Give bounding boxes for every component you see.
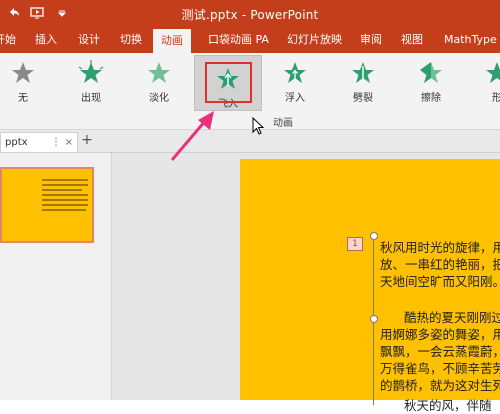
star-gray-icon xyxy=(12,62,34,83)
tab-pocket-animation[interactable]: 口袋动画 PA xyxy=(206,27,271,53)
tab-transitions[interactable]: 切换 xyxy=(118,27,144,53)
tab-insert[interactable]: 插入 xyxy=(33,27,59,53)
mouse-cursor-icon xyxy=(252,117,264,135)
star-burst-green-icon xyxy=(78,60,104,83)
slide-canvas[interactable]: 1 秋风用时光的旋律，用 放、一串红的艳丽，把 天地间空旷而又阳刚。 酷热的夏天… xyxy=(240,159,500,413)
effect-fly-in[interactable]: 飞入 xyxy=(194,55,262,111)
paragraph-line: 的鹊桥，就为这对生死 xyxy=(380,378,500,393)
ribbon-tabs: 开始 插入 设计 切换 动画 口袋动画 PA 幻灯片放映 审阅 视图 MathT… xyxy=(0,27,500,53)
effect-fade[interactable]: 淡化 xyxy=(136,57,182,109)
paragraph-line: 秋风用时光的旋律，用 xyxy=(380,240,500,255)
tab-view[interactable]: 视图 xyxy=(399,27,425,53)
star-fade-green-icon xyxy=(148,62,170,83)
annotation-arrow xyxy=(170,111,214,161)
document-tab-label: pptx xyxy=(5,137,28,148)
title-bar: 测试.pptx - PowerPoint xyxy=(0,0,500,27)
effect-label: 浮入 xyxy=(285,93,305,104)
effect-label: 形 xyxy=(492,93,500,104)
effect-float-in[interactable]: 浮入 xyxy=(272,57,318,109)
effect-label: 擦除 xyxy=(421,93,441,104)
animation-order-badge[interactable]: 1 xyxy=(347,237,363,251)
effect-wipe[interactable]: 擦除 xyxy=(408,57,454,109)
tab-mathtype[interactable]: MathType xyxy=(442,27,499,53)
star-float-green-icon xyxy=(284,62,306,83)
resize-handle[interactable] xyxy=(370,315,378,323)
tab-slideshow[interactable]: 幻灯片放映 xyxy=(285,27,344,53)
document-title: 测试.pptx - PowerPoint xyxy=(181,8,319,22)
add-tab-button[interactable]: + xyxy=(80,132,94,150)
thumbnail-text-lines xyxy=(42,179,90,214)
effect-label: 无 xyxy=(18,93,28,104)
slide-thumbnail[interactable] xyxy=(0,167,94,243)
text-box[interactable]: 秋风用时光的旋律，用 放、一串红的艳丽，把 天地间空旷而又阳刚。 酷热的夏天刚刚… xyxy=(370,232,500,413)
effect-label: 劈裂 xyxy=(353,93,373,104)
slide-thumbnail-pane xyxy=(0,153,112,400)
more-options-icon[interactable]: ⋮ xyxy=(51,133,61,152)
star-shape-green-icon xyxy=(486,62,500,83)
effect-appear[interactable]: 出现 xyxy=(68,57,114,109)
effect-label: 淡化 xyxy=(149,93,169,104)
tab-home[interactable]: 开始 xyxy=(0,27,18,53)
star-split-green-icon xyxy=(352,62,374,83)
tab-design[interactable]: 设计 xyxy=(76,27,102,53)
paragraph-line: 酷热的夏天刚刚过 xyxy=(404,310,500,325)
slide-edit-area: 1 秋风用时光的旋律，用 放、一串红的艳丽，把 天地间空旷而又阳刚。 酷热的夏天… xyxy=(112,153,500,413)
paragraph-line: 万得雀鸟，不顾辛苦劳 xyxy=(380,361,500,376)
paragraph-line: 用婀娜多姿的舞姿，用 xyxy=(380,327,500,342)
document-tab[interactable]: pptx ⋮ × xyxy=(0,132,78,152)
effect-none[interactable]: 无 xyxy=(0,57,46,109)
effect-shape[interactable]: 形 xyxy=(474,57,500,109)
animation-ribbon: 无 出现 淡化 飞入 浮入 劈裂 擦除 形 xyxy=(0,53,500,111)
paragraph-line: 飘飘，一会云蒸霞蔚， xyxy=(380,344,500,359)
highlight-box xyxy=(205,62,252,103)
document-tab-strip: pptx ⋮ × + xyxy=(0,130,500,153)
ribbon-group-label: 动画 xyxy=(0,111,500,130)
tab-review[interactable]: 审阅 xyxy=(358,27,384,53)
effect-label: 出现 xyxy=(81,93,101,104)
paragraph-line: 放、一串红的艳丽，把 xyxy=(380,257,500,272)
resize-handle[interactable] xyxy=(370,232,378,240)
close-icon[interactable]: × xyxy=(65,133,73,152)
tab-animations[interactable]: 动画 xyxy=(153,29,191,53)
paragraph-line: 天地间空旷而又阳刚。 xyxy=(380,274,500,289)
animation-group-label: 动画 xyxy=(273,118,293,129)
star-wipe-green-icon xyxy=(420,62,442,83)
effect-split[interactable]: 劈裂 xyxy=(340,57,386,109)
